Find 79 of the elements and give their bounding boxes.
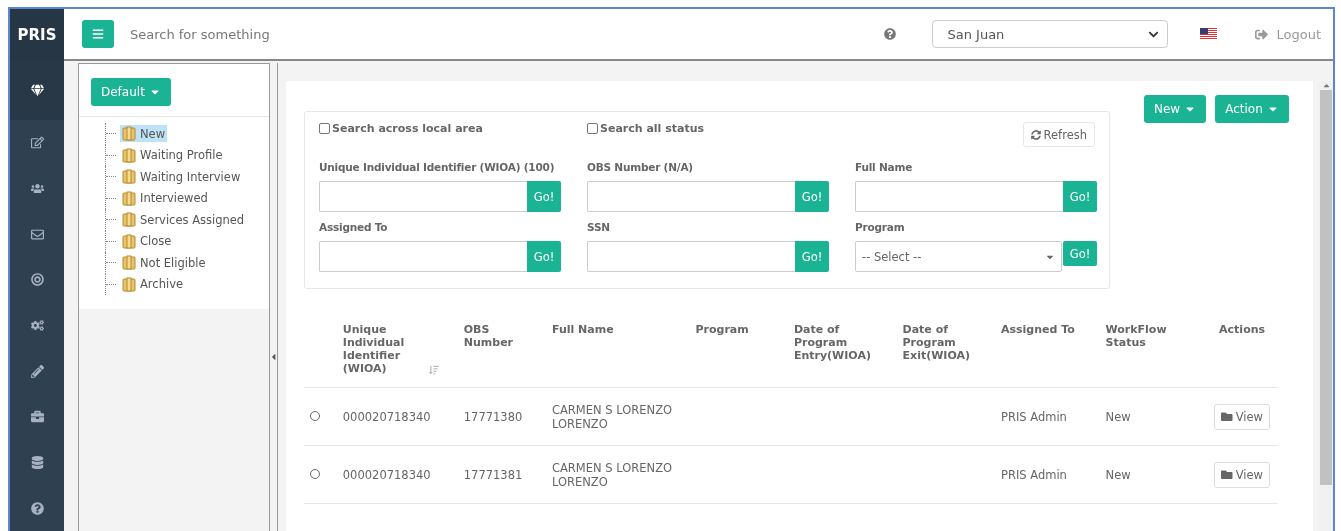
field-label: Assigned To <box>319 220 389 234</box>
table-cell: New <box>1105 409 1131 424</box>
menu-button[interactable] <box>82 20 114 48</box>
book-icon <box>122 233 136 249</box>
tree-item[interactable]: Not Eligible <box>120 254 208 272</box>
input-field[interactable] <box>587 181 795 212</box>
table-cell: PRIS Admin <box>1001 467 1067 482</box>
field-label: OBS Number (N/A) <box>587 160 694 174</box>
gem-icon <box>30 83 44 97</box>
view-button[interactable]: View <box>1214 461 1270 488</box>
table-cell: 17771381 <box>463 467 523 482</box>
table-cell: PRIS Admin <box>1001 409 1067 424</box>
field-label: Program <box>855 220 906 234</box>
book-icon <box>122 190 136 206</box>
help-icon <box>30 501 44 515</box>
database-icon <box>30 456 44 470</box>
field-label: Full Name <box>855 160 914 174</box>
column-header[interactable]: Unique Individual Identifier (WIOA) <box>342 323 413 375</box>
column-header[interactable]: Date of Program Entry(WIOA) <box>793 323 891 362</box>
table-cell: New <box>1105 467 1131 482</box>
book-icon <box>122 212 136 228</box>
select-field[interactable]: -- Select -- <box>855 241 1063 272</box>
field-label: SSN <box>587 220 611 234</box>
help-icon[interactable] <box>884 28 897 40</box>
table-cell: 000020718340 <box>342 467 431 482</box>
book-icon <box>122 169 136 185</box>
column-header[interactable]: Program <box>695 323 782 336</box>
logout-link[interactable]: Logout <box>1255 26 1321 42</box>
view-button[interactable]: View <box>1214 403 1270 430</box>
gears-icon <box>30 319 44 333</box>
table-cell: 17771380 <box>463 409 523 424</box>
folder-icon <box>1221 410 1233 423</box>
column-header[interactable]: Actions <box>1212 323 1272 336</box>
tree-item[interactable]: Waiting Interview <box>120 168 243 186</box>
column-header[interactable]: WorkFlow Status <box>1105 323 1201 349</box>
book-icon <box>122 255 136 271</box>
tree-item[interactable]: Services Assigned <box>120 211 247 229</box>
column-header[interactable]: Date of Program Exit(WIOA) <box>902 323 989 362</box>
book-icon <box>122 276 136 292</box>
column-header[interactable]: Full Name <box>551 323 684 336</box>
menu-icon <box>92 28 104 40</box>
target-icon <box>30 273 44 287</box>
column-header[interactable]: OBS Number <box>463 323 540 349</box>
row-radio[interactable] <box>310 410 320 421</box>
column-header[interactable]: Assigned To <box>1001 323 1094 336</box>
sidebar-item[interactable] <box>10 60 64 121</box>
tree-item[interactable]: New <box>120 125 168 143</box>
checkbox[interactable]: Search across local area <box>319 122 587 135</box>
folder-icon <box>1221 468 1233 481</box>
tree-item[interactable]: Archive <box>120 275 186 293</box>
table-cell-text: CARMEN S LORENZO LORENZO <box>551 460 674 489</box>
refresh-icon <box>1030 129 1041 140</box>
tree-item[interactable]: Waiting Profile <box>120 146 225 164</box>
envelope-icon <box>30 227 44 241</box>
table-cell: 000020718340 <box>342 409 431 424</box>
row-radio[interactable] <box>310 468 320 479</box>
input-field[interactable] <box>319 241 527 272</box>
pencil-icon <box>30 364 44 378</box>
input-field[interactable] <box>319 181 527 212</box>
book-icon <box>122 126 136 142</box>
input-field[interactable] <box>855 181 1063 212</box>
checkbox[interactable]: Search all status <box>587 122 855 135</box>
edit-icon <box>30 136 44 150</box>
input-field[interactable] <box>587 241 795 272</box>
tree-item[interactable]: Interviewed <box>120 189 210 207</box>
users-icon <box>30 182 44 196</box>
collapse-icon[interactable] <box>270 352 277 362</box>
tree-item[interactable]: Close <box>120 232 174 250</box>
brand-logo: PRIS <box>10 9 64 61</box>
scroll-up-icon[interactable] <box>1321 81 1331 90</box>
table-cell-text: CARMEN S LORENZO LORENZO <box>551 402 674 431</box>
field-label: Unique Individual Identifier (WIOA) (100) <box>319 160 556 174</box>
logout-icon <box>1255 27 1269 41</box>
refresh-button[interactable]: Refresh <box>1022 122 1095 147</box>
flag-icon[interactable] <box>1200 28 1218 40</box>
briefcase-icon <box>30 410 44 424</box>
sort-icon[interactable] <box>428 365 439 375</box>
book-icon <box>122 147 136 163</box>
location-select[interactable]: San Juan <box>932 20 1169 48</box>
